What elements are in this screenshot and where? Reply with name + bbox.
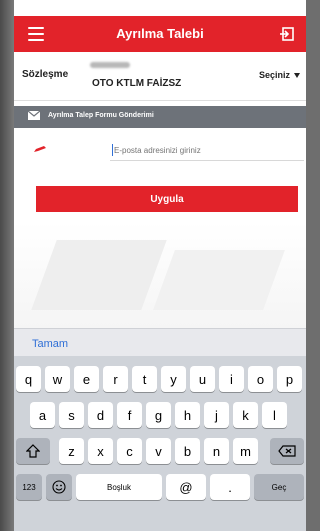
shift-icon	[26, 444, 40, 458]
key-q[interactable]: q	[16, 366, 41, 392]
contract-select-label: Seçiniz	[258, 70, 290, 80]
email-input[interactable]	[110, 140, 304, 161]
key-v[interactable]: v	[146, 438, 171, 464]
masked-contract-number	[90, 62, 130, 68]
space-key[interactable]: Boşluk	[76, 474, 162, 500]
background-shape	[153, 250, 285, 310]
key-s[interactable]: s	[59, 402, 84, 428]
key-b[interactable]: b	[175, 438, 200, 464]
envelope-icon	[28, 111, 40, 120]
key-u[interactable]: u	[190, 366, 215, 392]
done-button[interactable]: Tamam	[32, 338, 68, 350]
app-header: Ayrılma Talebi	[14, 16, 306, 52]
keyboard: q w e r t y u i o p a s d f g h j k l z …	[14, 356, 306, 531]
key-r[interactable]: r	[103, 366, 128, 392]
backspace-key[interactable]	[270, 438, 304, 464]
emoji-key[interactable]	[46, 474, 72, 500]
apply-button[interactable]: Uygula	[36, 186, 298, 212]
logout-icon[interactable]	[278, 25, 296, 43]
go-key[interactable]: Geç	[254, 474, 304, 500]
section-header: Ayrılma Talep Formu Gönderimi	[14, 106, 306, 128]
shift-key[interactable]	[16, 438, 50, 464]
key-f[interactable]: f	[117, 402, 142, 428]
keyboard-toolbar: Tamam	[14, 328, 306, 357]
page-title: Ayrılma Talebi	[116, 26, 204, 41]
at-key[interactable]: @	[166, 474, 206, 500]
pencil-icon	[34, 146, 46, 152]
key-a[interactable]: a	[30, 402, 55, 428]
key-l[interactable]: l	[262, 402, 287, 428]
key-o[interactable]: o	[248, 366, 273, 392]
background-shape	[31, 240, 167, 310]
text-cursor	[112, 144, 113, 156]
key-y[interactable]: y	[161, 366, 186, 392]
contract-label: Sözleşme	[22, 69, 69, 80]
key-j[interactable]: j	[204, 402, 229, 428]
emoji-icon	[52, 480, 66, 494]
key-g[interactable]: g	[146, 402, 171, 428]
background-pattern	[14, 222, 306, 328]
section-title: Ayrılma Talep Formu Gönderimi	[48, 112, 154, 119]
key-c[interactable]: c	[117, 438, 142, 464]
email-row	[14, 134, 306, 164]
key-k[interactable]: k	[233, 402, 258, 428]
contract-dropdown[interactable]: Seçiniz	[259, 70, 300, 80]
key-d[interactable]: d	[88, 402, 113, 428]
key-t[interactable]: t	[132, 366, 157, 392]
numbers-key[interactable]: 123	[16, 474, 42, 500]
contract-selector[interactable]: Sözleşme OTO KTLM FAİZSZ Seçiniz	[14, 52, 306, 101]
key-i[interactable]: i	[219, 366, 244, 392]
key-e[interactable]: e	[74, 366, 99, 392]
key-n[interactable]: n	[204, 438, 229, 464]
key-x[interactable]: x	[88, 438, 113, 464]
chevron-down-icon	[294, 73, 300, 79]
key-m[interactable]: m	[233, 438, 258, 464]
key-w[interactable]: w	[45, 366, 70, 392]
contract-value: OTO KTLM FAİZSZ	[92, 78, 182, 89]
phone-screen: Ayrılma Talebi Sözleşme OTO KTLM FAİZSZ …	[14, 0, 306, 531]
dot-key[interactable]: .	[210, 474, 250, 500]
key-z[interactable]: z	[59, 438, 84, 464]
backspace-icon	[278, 445, 296, 457]
device-edge-shadow	[0, 0, 14, 531]
key-p[interactable]: p	[277, 366, 302, 392]
key-h[interactable]: h	[175, 402, 200, 428]
